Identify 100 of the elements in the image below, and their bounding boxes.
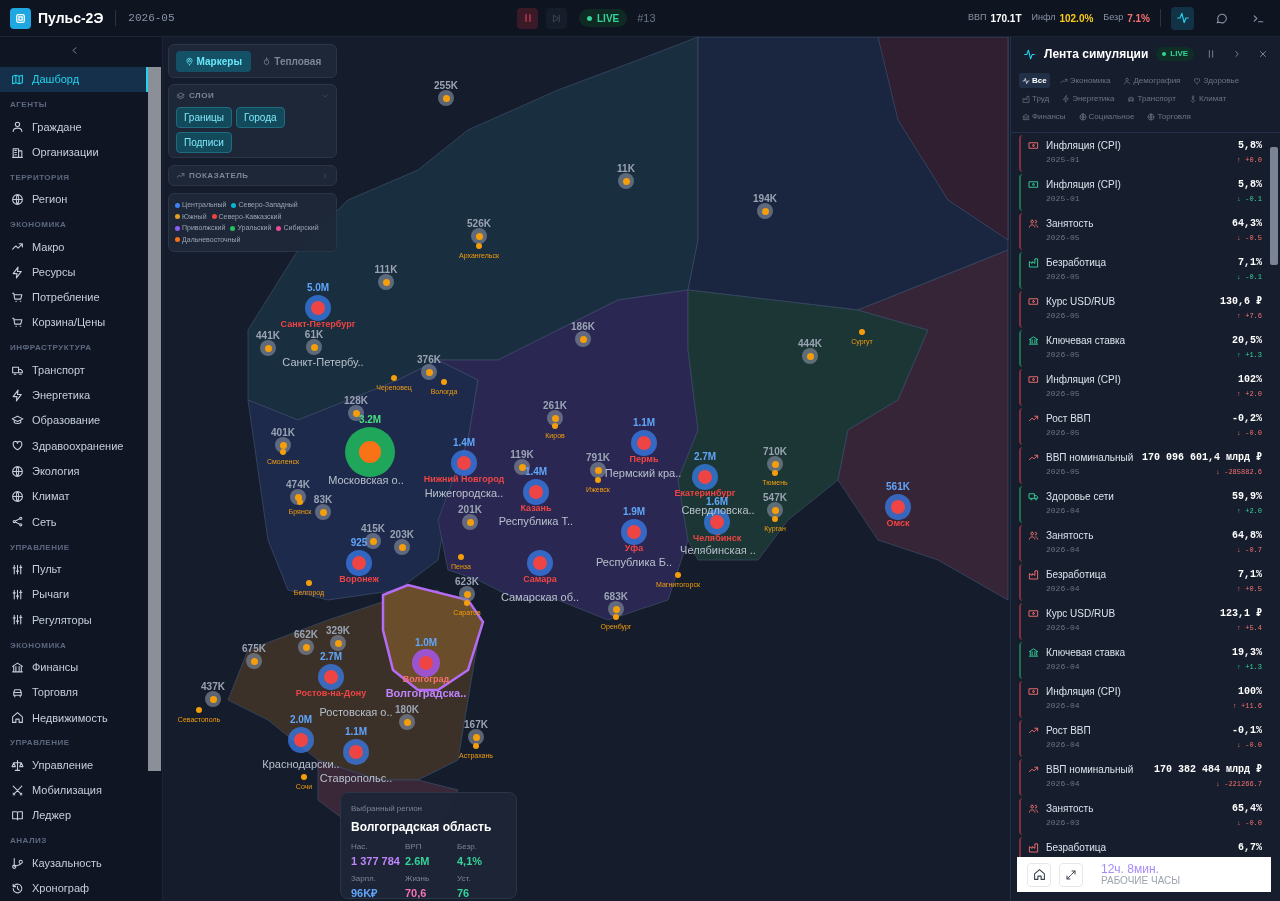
sidebar-item[interactable]: Дашборд [0,66,148,93]
filter-chip[interactable]: Транспорт [1124,91,1179,106]
skip-icon [551,12,562,24]
book-icon [11,809,24,823]
mode-toggle[interactable]: Маркеры [176,50,251,72]
sidebar-item[interactable]: Граждане [0,114,148,140]
filter-chip[interactable]: Климат [1185,91,1230,106]
bank-icon [11,660,24,674]
map-icon [11,73,24,87]
pause-button[interactable] [517,7,538,29]
sidebar-item[interactable]: Экология [0,458,148,484]
sidebar-item[interactable]: Потребление [0,284,148,311]
trend-icon [1028,725,1039,736]
mode-toggle[interactable]: Тепловая [254,50,329,72]
city-marker[interactable] [438,90,454,106]
banknote-icon [1028,608,1039,619]
sidebar-item[interactable]: Торговля [0,679,148,706]
sidebar-item[interactable]: Образование [0,408,148,434]
period-label: 2026-05 [128,10,175,26]
truck-icon [1028,491,1039,502]
population-label: 662K [294,628,318,642]
sidebar-item[interactable]: Хронограф [0,875,148,901]
event-date: 2026-04 [1046,778,1081,790]
sidebar-item[interactable]: Транспорт [0,357,148,383]
pulse-icon [1022,76,1030,85]
home-button[interactable] [1027,862,1051,887]
city-marker[interactable] [468,729,484,745]
section-heading: ЭКОНОМИКА [9,639,68,652]
city-marker[interactable] [205,691,221,707]
filter-chip[interactable]: Демография [1120,73,1184,88]
sidebar-item[interactable]: Каузальность [0,850,148,876]
feed-title: Лента симуляции [1044,46,1149,63]
filter-chip[interactable]: Энергетика [1059,91,1118,106]
metric-value: 170.1T [990,11,1022,26]
sidebar-item[interactable]: Здравоохранение [0,433,148,459]
sidebar-item[interactable]: Рычаги [0,581,148,608]
app-logo [10,7,31,29]
scrollbar[interactable] [148,67,161,771]
sidebar-item[interactable]: Недвижимость [0,705,148,731]
sidebar-item[interactable]: Мобилизация [0,777,148,804]
event-date: 2026-05 [1046,310,1081,322]
scrollbar[interactable] [1270,147,1278,265]
sidebar-item[interactable]: Финансы [0,654,148,680]
indicator-panel[interactable]: ПОКАЗАТЕЛЬ [168,165,337,186]
sidebar-item[interactable]: Ресурсы [0,259,148,285]
layer-toggle[interactable]: Города [236,107,285,128]
next-button[interactable] [1232,49,1242,59]
region-label: Санкт-Петербу.. [282,354,364,370]
event-value: 100% [1238,685,1262,699]
lightning-icon [1062,94,1071,103]
sidebar-item[interactable]: Климат [0,483,148,510]
trend-icon [1028,413,1039,424]
layer-toggle[interactable]: Границы [176,107,232,128]
globe-icon [11,490,24,504]
population-label: 547K [763,491,787,505]
sidebar-item[interactable]: Сеть [0,509,148,535]
population-label: 61K [304,329,324,342]
live-badge: LIVE [1156,47,1195,61]
population-label: 128K [344,394,368,408]
sidebar-item[interactable]: Управление [0,752,148,778]
thermometer-icon [1188,94,1197,103]
population-label: 201K [458,503,482,517]
city-label: Санкт-Петербург [280,318,356,330]
sidebar-item[interactable]: Леджер [0,803,148,829]
sidebar-item[interactable]: Регион [0,186,148,213]
sidebar-item[interactable]: Пульт [0,556,148,582]
event-title: Инфляция (CPI) [1046,139,1121,153]
car-icon [1127,94,1136,103]
bank-icon [1028,335,1039,346]
event-date: 2026-05 [1046,271,1081,283]
sidebar-item[interactable]: Регуляторы [0,607,148,633]
filter-chip[interactable]: Здоровье [1190,73,1243,88]
event-title: Инфляция (CPI) [1046,373,1121,387]
population-label: 526K [467,217,491,231]
event-title: Курс USD/RUB [1046,607,1116,621]
event-date: 2025-01 [1046,154,1081,166]
event-title: Занятость [1046,217,1094,231]
sidebar-item[interactable]: Энергетика [0,382,148,408]
layer-toggle[interactable]: Подписи [176,132,232,153]
filter-chip[interactable]: Экономика [1056,73,1114,88]
event-value: 7,1% [1238,256,1262,270]
filter-chip[interactable]: Труд [1019,91,1053,106]
filter-chip[interactable]: Социальное [1075,109,1138,124]
sidebar-item[interactable]: Организации [0,139,148,165]
close-icon [1258,49,1268,59]
expand-icon [1065,868,1077,881]
metric-label: Инфл [1031,11,1056,25]
filter-chip[interactable]: Торговля [1144,109,1194,124]
close-button[interactable] [1258,49,1268,59]
activity-button[interactable] [1171,6,1194,30]
banknote-icon [1028,140,1039,151]
event-title: Занятость [1046,802,1094,816]
expand-button[interactable] [1059,862,1083,887]
sidebar-item[interactable]: Макро [0,234,148,260]
sidebar-item[interactable]: Корзина/Цены [0,310,148,336]
event-date: 2026-04 [1046,700,1081,712]
city-marker[interactable] [459,586,475,602]
filter-chip[interactable]: Финансы [1019,109,1069,124]
filter-chip[interactable]: Все [1019,73,1050,88]
pause-feed-button[interactable] [1206,49,1216,59]
